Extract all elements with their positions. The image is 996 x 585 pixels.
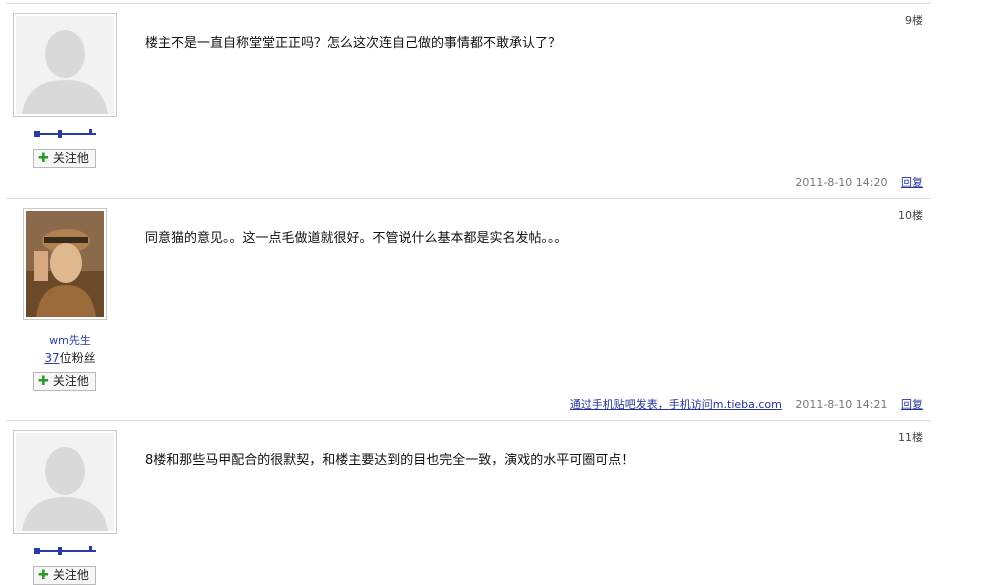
follow-button[interactable]: ✚ 关注他 — [33, 372, 96, 391]
post-time: 2011-8-10 14:20 — [795, 176, 888, 189]
user-level-bar — [34, 128, 96, 138]
plus-icon: ✚ — [38, 151, 49, 166]
post-floor-11: ✚ 关注他 8楼和那些马甲配合的很默契，和楼主要达到的目也完全一致，演戏的水平可圈… — [6, 420, 931, 585]
avatar[interactable] — [13, 13, 117, 117]
post-floor-10: wm先生 37位粉丝 ✚ 关注他 同意猫的意见。。这一点毛做道就很好。不管说什么基… — [6, 198, 931, 421]
post-content: 楼主不是一直自称堂堂正正吗？怎么这次连自己做的事情都不敢承认了？ — [145, 36, 562, 51]
avatar[interactable] — [13, 430, 117, 534]
post-time: 2011-8-10 14:21 — [795, 398, 888, 411]
post-content: 同意猫的意见。。这一点毛做道就很好。不管说什么基本都是实名发帖。。。 — [145, 231, 568, 246]
user-photo-icon — [26, 211, 104, 317]
follow-label: 关注他 — [52, 151, 89, 165]
fans-label: 位粉丝 — [59, 351, 96, 365]
default-avatar-icon — [16, 16, 114, 114]
post-floor-9: ✚ 关注他 楼主不是一直自称堂堂正正吗？怎么这次连自己做的事情都不敢承认了？ 9楼… — [6, 3, 931, 199]
post-footer: 通过手机贴吧发表，手机访问m.tieba.com 2011-8-10 14:21… — [570, 396, 923, 412]
floor-number: 11楼 — [898, 431, 923, 444]
follow-label: 关注他 — [52, 568, 89, 582]
floor-number: 10楼 — [898, 209, 923, 222]
reply-link[interactable]: 回复 — [901, 176, 923, 189]
post-content: 8楼和那些马甲配合的很默契，和楼主要达到的目也完全一致，演戏的水平可圈可点！ — [145, 453, 635, 468]
follow-button[interactable]: ✚ 关注他 — [33, 149, 96, 168]
reply-link[interactable]: 回复 — [901, 398, 923, 411]
follow-label: 关注他 — [52, 374, 89, 388]
mobile-tieba-link[interactable]: 通过手机贴吧发表，手机访问m.tieba.com — [570, 398, 782, 411]
plus-icon: ✚ — [38, 374, 49, 389]
default-avatar-icon — [16, 433, 114, 531]
avatar[interactable] — [23, 208, 107, 320]
username[interactable]: wm先生 — [6, 332, 134, 348]
user-level-bar — [34, 545, 96, 555]
floor-number: 9楼 — [905, 14, 923, 27]
fans-count-link[interactable]: 37 — [44, 351, 59, 365]
post-footer: 2011-8-10 14:20 回复 — [795, 174, 923, 190]
fans-count: 37位粉丝 — [6, 349, 134, 366]
